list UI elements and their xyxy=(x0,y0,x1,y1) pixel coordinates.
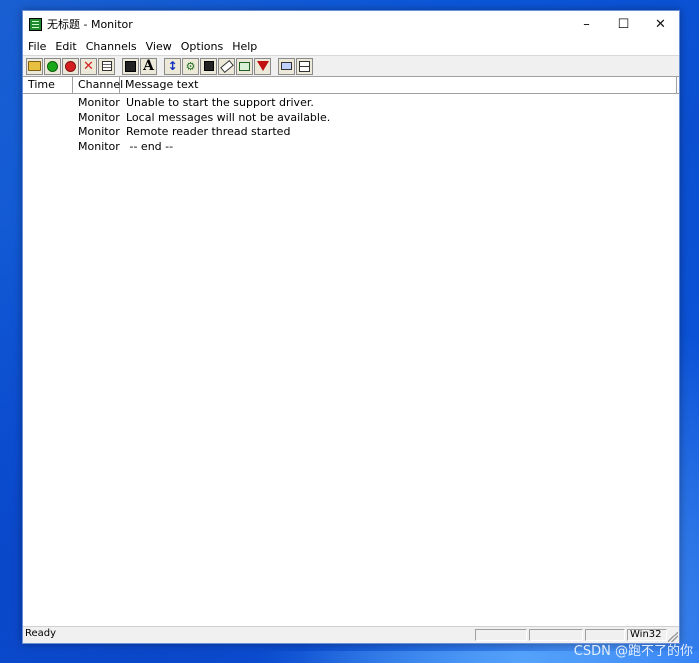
network-icon xyxy=(299,60,310,72)
delete-x-icon: ✕ xyxy=(83,58,94,74)
save-log-button[interactable] xyxy=(200,57,217,75)
cell-channel: Monitor xyxy=(78,125,120,138)
stop-button[interactable] xyxy=(62,57,79,75)
cell-time xyxy=(23,140,78,155)
network-button[interactable] xyxy=(296,57,313,75)
save-button[interactable] xyxy=(122,57,139,75)
find-button[interactable]: ⚙ xyxy=(182,57,199,75)
table-row[interactable]: Monitor -- end -- xyxy=(23,140,679,155)
window-controls: – ☐ ✕ xyxy=(568,11,679,37)
save-log-icon xyxy=(203,61,214,71)
stop-icon xyxy=(65,60,76,72)
cell-channel: Monitor xyxy=(78,110,120,124)
monitor-window: 无标题 - Monitor – ☐ ✕ File Edit Channels V… xyxy=(22,10,680,644)
menu-channels[interactable]: Channels xyxy=(82,40,141,53)
font-icon: A xyxy=(143,58,154,74)
filter-icon xyxy=(256,61,269,71)
menu-help[interactable]: Help xyxy=(228,40,261,53)
watermark: CSDN @跑不了的你 xyxy=(573,644,693,659)
table-row[interactable]: Monitor Local messages will not be avail… xyxy=(23,111,679,126)
filter-button[interactable] xyxy=(254,57,271,75)
close-button[interactable]: ✕ xyxy=(642,11,679,37)
cell-time xyxy=(23,125,78,140)
autoscroll-button[interactable]: ↕ xyxy=(164,57,181,75)
maximize-button[interactable]: ☐ xyxy=(605,11,642,37)
menu-options[interactable]: Options xyxy=(177,40,227,53)
menu-view[interactable]: View xyxy=(142,40,176,53)
start-button[interactable] xyxy=(44,57,61,75)
cell-message: Remote reader thread started xyxy=(126,125,291,138)
cell-channel: Monitor xyxy=(78,96,120,109)
menu-bar: File Edit Channels View Options Help xyxy=(23,37,679,55)
monitor-app-icon xyxy=(29,17,42,31)
column-header-time[interactable]: Time xyxy=(23,77,73,93)
printer-icon xyxy=(281,62,292,70)
status-text: Ready xyxy=(25,628,57,639)
minimize-button[interactable]: – xyxy=(568,11,605,37)
cell-time xyxy=(23,111,78,126)
menu-file[interactable]: File xyxy=(24,40,50,53)
edit-window-icon xyxy=(239,61,250,71)
table-row[interactable]: Monitor Remote reader thread started xyxy=(23,125,679,140)
font-button[interactable]: A xyxy=(140,57,157,75)
column-header-message[interactable]: Message text xyxy=(120,77,677,93)
go-green-icon xyxy=(47,60,58,72)
title-bar[interactable]: 无标题 - Monitor – ☐ ✕ xyxy=(23,11,679,37)
status-pane-1 xyxy=(475,629,527,641)
open-folder-icon xyxy=(28,61,41,71)
erase-button[interactable] xyxy=(218,57,235,75)
message-list[interactable]: Time Channel Message text Monitor Unable… xyxy=(23,77,679,627)
cell-time xyxy=(23,96,78,111)
properties-icon xyxy=(101,61,112,71)
delete-button[interactable]: ✕ xyxy=(80,57,97,75)
list-header: Time Channel Message text xyxy=(23,77,679,94)
edit-window-button[interactable] xyxy=(236,57,253,75)
column-header-channel[interactable]: Channel xyxy=(73,77,123,93)
properties-button[interactable] xyxy=(98,57,115,75)
erase-icon xyxy=(219,59,234,73)
print-button[interactable] xyxy=(278,57,295,75)
cell-channel: Monitor xyxy=(78,139,120,153)
scroll-icon: ↕ xyxy=(167,59,178,73)
message-rows: Monitor Unable to start the support driv… xyxy=(23,94,679,154)
toolbar: ✕ A ↕ ⚙ xyxy=(23,55,679,77)
find-icon: ⚙ xyxy=(185,59,196,73)
save-icon xyxy=(125,60,136,72)
open-button[interactable] xyxy=(26,57,43,75)
cell-message: Local messages will not be available. xyxy=(126,110,331,124)
cell-message: Unable to start the support driver. xyxy=(126,96,314,109)
cell-message: -- end -- xyxy=(126,139,174,153)
window-title: 无标题 - Monitor xyxy=(47,18,133,31)
menu-edit[interactable]: Edit xyxy=(51,40,80,53)
table-row[interactable]: Monitor Unable to start the support driv… xyxy=(23,96,679,111)
